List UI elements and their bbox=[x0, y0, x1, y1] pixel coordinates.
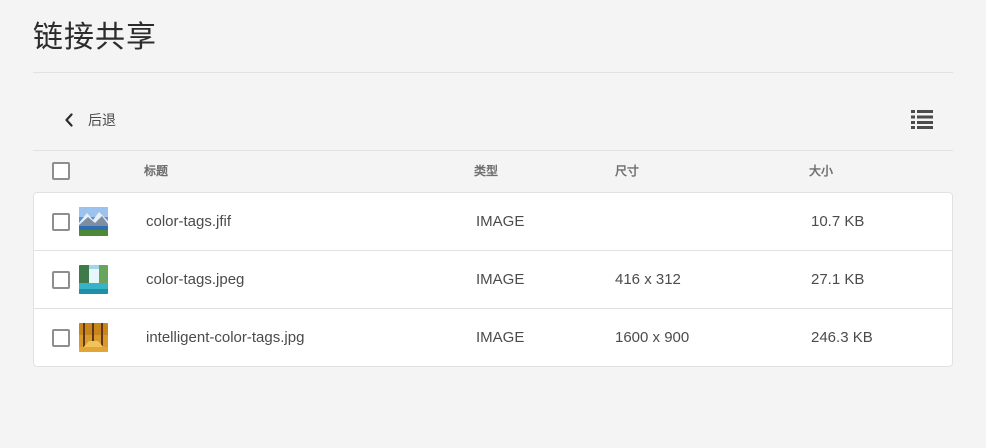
file-size: 27.1 KB bbox=[811, 271, 865, 288]
table-row[interactable]: intelligent-color-tags.jpg IMAGE 1600 x … bbox=[34, 309, 952, 366]
back-button[interactable]: 后退 bbox=[64, 106, 116, 134]
column-header-dimensions[interactable]: 尺寸 bbox=[615, 162, 639, 179]
row-checkbox[interactable] bbox=[52, 213, 70, 231]
column-header-filesize[interactable]: 大小 bbox=[809, 162, 833, 179]
autumn-forest-thumbnail[interactable] bbox=[79, 323, 108, 352]
list-view-icon bbox=[911, 109, 933, 134]
title-divider bbox=[33, 72, 953, 73]
select-all-checkbox[interactable] bbox=[52, 162, 70, 180]
file-type: IMAGE bbox=[476, 271, 525, 288]
table-header: 标题 类型 尺寸 大小 bbox=[33, 151, 953, 191]
column-header-title[interactable]: 标题 bbox=[144, 162, 168, 179]
waterfall-thumbnail[interactable] bbox=[79, 265, 108, 294]
file-dimensions: 416 x 312 bbox=[615, 271, 681, 288]
chevron-left-icon bbox=[64, 113, 88, 127]
file-dimensions: 1600 x 900 bbox=[615, 329, 690, 346]
file-type: IMAGE bbox=[476, 329, 525, 346]
mountain-lake-thumbnail[interactable] bbox=[79, 207, 108, 236]
back-label: 后退 bbox=[88, 112, 116, 128]
file-name[interactable]: color-tags.jpeg bbox=[146, 271, 244, 288]
list-view-button[interactable] bbox=[906, 106, 938, 136]
file-name[interactable]: intelligent-color-tags.jpg bbox=[146, 329, 304, 346]
file-size: 246.3 KB bbox=[811, 329, 873, 346]
table-row[interactable]: color-tags.jpeg IMAGE 416 x 312 27.1 KB bbox=[34, 251, 952, 309]
file-size: 10.7 KB bbox=[811, 213, 865, 230]
file-list: color-tags.jfif IMAGE 10.7 KB color-tags… bbox=[33, 192, 953, 367]
file-type: IMAGE bbox=[476, 213, 525, 230]
file-name[interactable]: color-tags.jfif bbox=[146, 213, 231, 230]
table-row[interactable]: color-tags.jfif IMAGE 10.7 KB bbox=[34, 193, 952, 251]
page-title: 链接共享 bbox=[33, 21, 157, 54]
column-header-type[interactable]: 类型 bbox=[474, 162, 498, 179]
row-checkbox[interactable] bbox=[52, 329, 70, 347]
row-checkbox[interactable] bbox=[52, 271, 70, 289]
